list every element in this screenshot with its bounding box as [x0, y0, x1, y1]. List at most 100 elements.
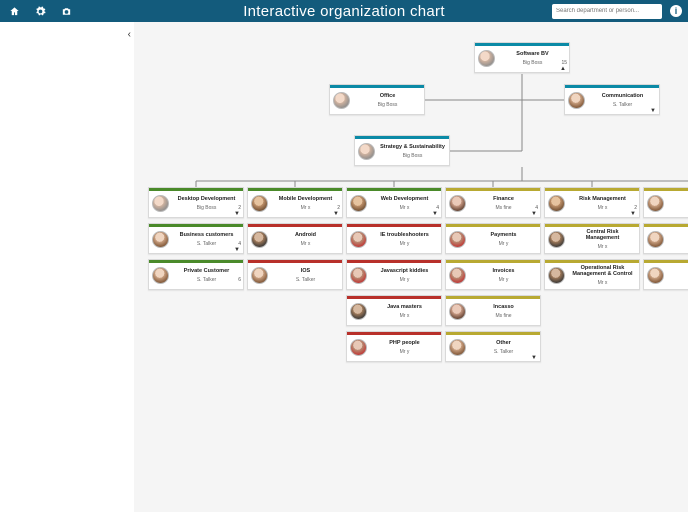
avatar	[152, 267, 169, 284]
node-manager: Big Boss	[173, 205, 240, 211]
gear-icon[interactable]	[34, 5, 46, 17]
camera-icon[interactable]	[60, 5, 72, 17]
node-dept: PHP people	[371, 340, 438, 346]
search-input[interactable]	[552, 4, 662, 19]
node-manager: Mr x	[569, 244, 636, 250]
sidebar-collapse-icon[interactable]: ‹	[128, 29, 131, 40]
node-dept: Incasso	[470, 304, 537, 310]
node-manager: Mr x	[272, 241, 339, 247]
node-dept: IOS	[272, 268, 339, 274]
node-dept: Desktop Development	[173, 196, 240, 202]
node-dept: IE troubleshooters	[371, 232, 438, 238]
avatar	[358, 143, 375, 160]
node-dept: Office	[354, 93, 421, 99]
org-node-incasso[interactable]: IncassoMs fine	[445, 295, 541, 326]
org-node-orm[interactable]: Operational Risk Management & Control Mr …	[544, 259, 640, 290]
expand-icon[interactable]: ▼	[531, 211, 537, 217]
node-manager: Mr y	[470, 241, 537, 247]
avatar	[350, 195, 367, 212]
expand-icon[interactable]: ▼	[630, 211, 636, 217]
org-node-finance[interactable]: FinanceMs fine4▼	[445, 187, 541, 218]
node-text: Business customersS. Talker	[173, 232, 240, 247]
expand-icon[interactable]: ▲	[560, 66, 566, 72]
org-node-strategy[interactable]: Strategy & SustainabilityBig Boss	[354, 135, 450, 166]
node-manager: S. Talker	[173, 277, 240, 283]
org-node-office[interactable]: OfficeBig Boss	[329, 84, 425, 115]
home-icon[interactable]	[8, 5, 20, 17]
org-node-ietrouble[interactable]: IE troubleshooters Mr y	[346, 223, 442, 254]
org-node-mobile[interactable]: Mobile DevelopmentMr x2▼	[247, 187, 343, 218]
node-manager: Mr y	[371, 241, 438, 247]
node-dept: Risk Management	[569, 196, 636, 202]
node-text: Central Risk Management Mr x	[569, 229, 636, 250]
expand-icon[interactable]: ▼	[432, 211, 438, 217]
node-manager: Mr x	[371, 313, 438, 319]
chart-canvas[interactable]: Software BVBig Boss15▲OfficeBig BossComm…	[134, 22, 688, 512]
node-dept: Operational Risk Management & Control	[569, 265, 636, 277]
avatar	[251, 267, 268, 284]
node-text: IOSS. Talker	[272, 268, 339, 283]
node-dept: Innovation	[668, 196, 688, 202]
org-node-desktop[interactable]: Desktop DevelopmentBig Boss2▼	[148, 187, 244, 218]
node-dept: Other	[470, 340, 537, 346]
expand-icon[interactable]: ▼	[650, 108, 656, 114]
org-node-invoices[interactable]: InvoicesMr y	[445, 259, 541, 290]
topbar-right: i	[552, 4, 682, 19]
node-text: FinanceMs fine	[470, 196, 537, 211]
org-node-php[interactable]: PHP peopleMr y	[346, 331, 442, 362]
node-text: Java mastersMr x	[371, 304, 438, 319]
node-text: Payments Mr y	[470, 232, 537, 247]
expand-icon[interactable]: ▼	[234, 211, 240, 217]
org-node-priv[interactable]: Private Customer S. Talker6	[148, 259, 244, 290]
node-text: OtherS. Talker	[470, 340, 537, 355]
org-node-crisk[interactable]: Central Risk Management Mr x	[544, 223, 640, 254]
node-dept: Finance	[470, 196, 537, 202]
node-dept: Android	[272, 232, 339, 238]
expand-icon[interactable]: ▼	[333, 211, 339, 217]
node-dept: Central Risk Management	[569, 229, 636, 241]
org-node-r3c6[interactable]: Mr x	[643, 259, 688, 290]
org-node-innov[interactable]: InnovationMr x	[643, 187, 688, 218]
node-text: Mobile DevelopmentMr x	[272, 196, 339, 211]
node-dept: Business customers	[173, 232, 240, 238]
expand-icon[interactable]: ▼	[234, 247, 240, 253]
org-node-android[interactable]: Android Mr x	[247, 223, 343, 254]
org-node-jskid[interactable]: Javascript kiddiesMr y	[346, 259, 442, 290]
node-text: CommunicationS. Talker	[589, 93, 656, 108]
avatar	[449, 231, 466, 248]
avatar	[647, 267, 664, 284]
node-dept: Web Development	[371, 196, 438, 202]
node-text: PHP peopleMr y	[371, 340, 438, 355]
org-node-web[interactable]: Web DevelopmentMr x4▼	[346, 187, 442, 218]
avatar	[350, 231, 367, 248]
info-button[interactable]: i	[670, 5, 682, 17]
org-node-root[interactable]: Software BVBig Boss15▲	[474, 42, 570, 73]
node-count-badge: 6	[238, 277, 241, 283]
org-node-payments[interactable]: Payments Mr y	[445, 223, 541, 254]
node-dept: Private Customer	[173, 268, 240, 274]
topbar: Interactive organization chart i	[0, 0, 688, 22]
node-text: Strategy & SustainabilityBig Boss	[379, 144, 446, 159]
avatar	[152, 231, 169, 248]
node-manager: S. Talker	[589, 102, 656, 108]
org-node-other[interactable]: OtherS. Talker▼	[445, 331, 541, 362]
node-text: Android Mr x	[272, 232, 339, 247]
expand-icon[interactable]: ▼	[531, 355, 537, 361]
org-node-risk[interactable]: Risk ManagementMr x2▼	[544, 187, 640, 218]
org-node-r2c6[interactable]	[643, 223, 688, 254]
org-node-ios[interactable]: IOSS. Talker	[247, 259, 343, 290]
org-node-bizcust[interactable]: Business customersS. Talker4▼	[148, 223, 244, 254]
avatar	[647, 195, 664, 212]
node-dept: Payments	[470, 232, 537, 238]
node-manager: Big Boss	[499, 60, 566, 66]
sidebar: ‹	[0, 22, 134, 512]
node-manager: Mr x	[272, 205, 339, 211]
main: ‹ Software BVBig Boss15▲OfficeBig BossCo…	[0, 22, 688, 512]
node-manager: Mr x	[569, 205, 636, 211]
node-manager: Mr x	[569, 280, 636, 286]
avatar	[449, 303, 466, 320]
avatar	[449, 195, 466, 212]
org-node-comm[interactable]: CommunicationS. Talker▼	[564, 84, 660, 115]
org-node-javam[interactable]: Java mastersMr x	[346, 295, 442, 326]
avatar	[152, 195, 169, 212]
